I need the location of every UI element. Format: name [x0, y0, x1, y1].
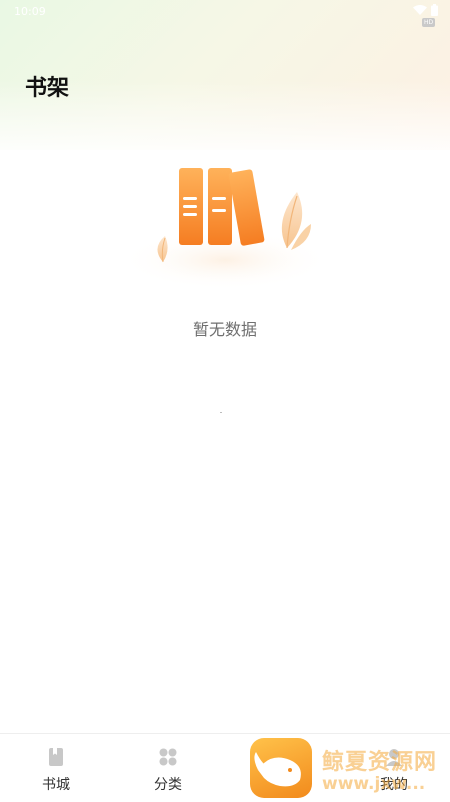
status-time: 10:09 [14, 5, 46, 18]
battery-icon [431, 4, 438, 16]
category-grid-icon [159, 748, 177, 766]
watermark-overlay: 鲸夏资源网 www.jxw... [250, 738, 450, 800]
loading-dot [220, 412, 222, 413]
nav-item-bookstore[interactable]: 书城 [0, 734, 112, 801]
status-bar: 10:09 HD [0, 0, 450, 28]
nav-label-bookstore: 书城 [42, 777, 70, 793]
page-title: 书架 [25, 76, 70, 101]
watermark-logo [250, 738, 312, 798]
hd-badge: HD [422, 18, 436, 27]
watermark-url: www.jxw... [322, 774, 426, 794]
watermark-text: 鲸夏资源网 [322, 750, 438, 775]
book-icon [49, 748, 63, 766]
whale-icon [254, 752, 301, 787]
nav-item-category[interactable]: 分类 [112, 734, 224, 801]
empty-state-message: 暂无数据 [192, 320, 257, 339]
empty-bookshelf-illustration [120, 168, 330, 290]
nav-label-category: 分类 [154, 777, 182, 793]
wifi-icon [413, 5, 427, 15]
